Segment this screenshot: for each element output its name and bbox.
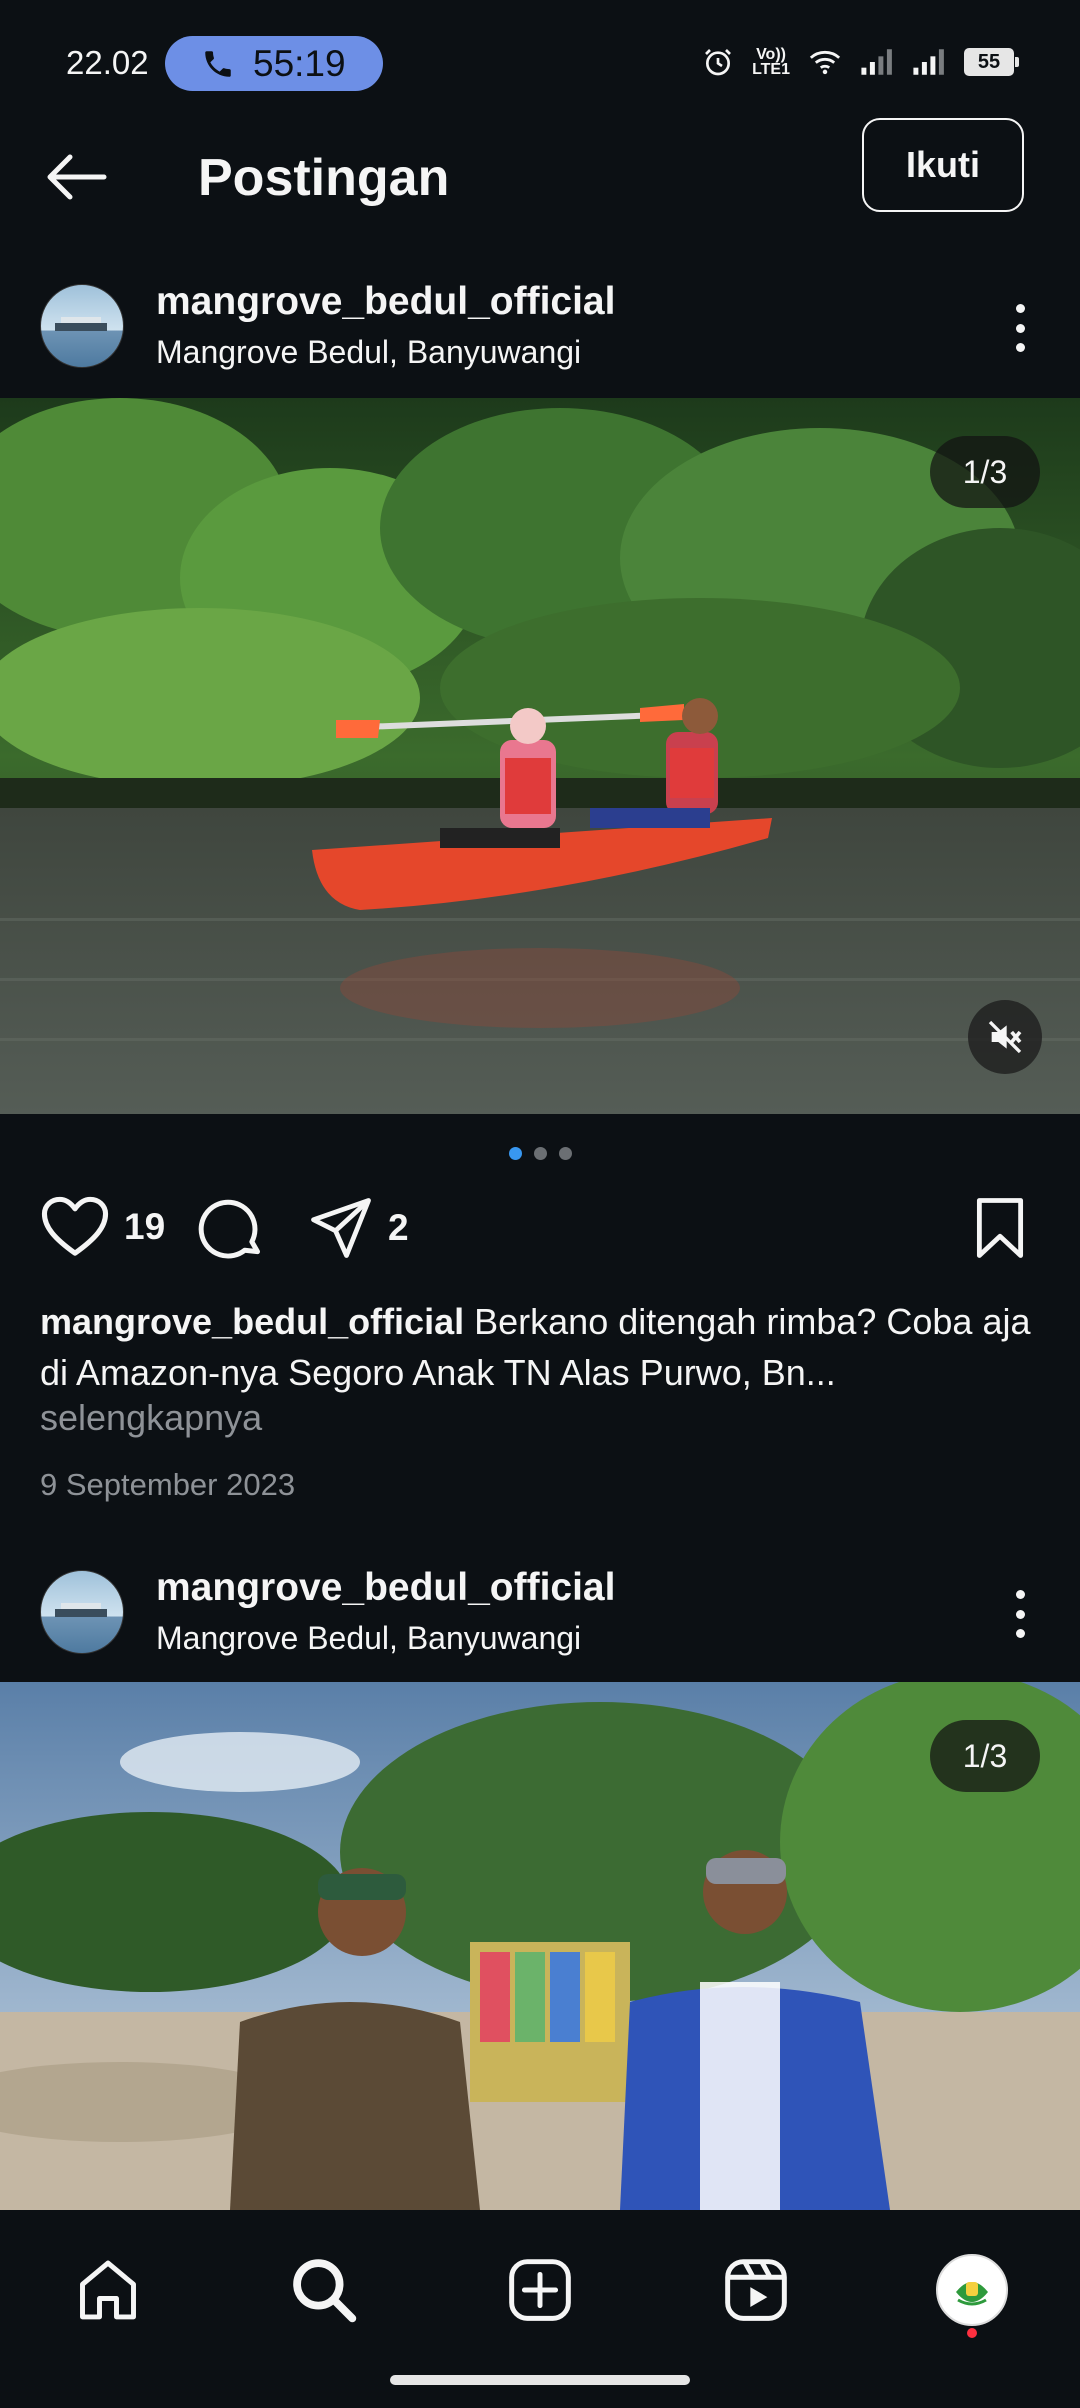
- carousel-indicator: [0, 1147, 1080, 1160]
- reels-icon: [725, 2259, 787, 2321]
- page-title: Postingan: [198, 149, 450, 207]
- signal-icon-sim1: [861, 49, 892, 75]
- nav-search[interactable]: [274, 2240, 374, 2340]
- status-bar: 22.02 55:19 Vo)) LTE1 55: [0, 0, 1080, 120]
- profile-logo-image: [948, 2266, 996, 2314]
- like-count[interactable]: 19: [124, 1206, 165, 1248]
- post-date: 9 September 2023: [40, 1467, 296, 1502]
- avatar-boat-image: [55, 1603, 107, 1617]
- caption-username[interactable]: mangrove_bedul_official: [40, 1301, 464, 1342]
- status-icons: Vo)) LTE1 55: [702, 46, 1019, 78]
- alarm-icon: [705, 49, 732, 76]
- post-caption: mangrove_bedul_official Berkano ditengah…: [40, 1296, 1050, 1398]
- search-icon: [293, 2259, 357, 2323]
- post-options-button[interactable]: [1000, 298, 1040, 358]
- bookmark-icon: [976, 1198, 1024, 1258]
- follow-button[interactable]: Ikuti: [862, 118, 1024, 212]
- like-button[interactable]: 19: [40, 1195, 165, 1259]
- profile-avatar: [936, 2254, 1008, 2326]
- post-username[interactable]: mangrove_bedul_official: [156, 1566, 615, 1610]
- signal-icon-sim2: [913, 49, 944, 75]
- kayak-photo: [0, 398, 1080, 1114]
- plus-square-icon: [509, 2259, 571, 2321]
- avatar-boat-image: [55, 317, 107, 331]
- speaker-muted-icon: [988, 1020, 1022, 1054]
- phone-icon: [205, 50, 231, 77]
- carousel-counter: 1/3: [930, 1720, 1040, 1792]
- nav-create[interactable]: [490, 2240, 590, 2340]
- volte-bottom-label: LTE1: [752, 61, 790, 78]
- battery-indicator: 55: [964, 48, 1019, 76]
- comment-icon: [198, 1199, 260, 1259]
- carousel-counter: 1/3: [930, 436, 1040, 508]
- post-header: mangrove_bedul_official Mangrove Bedul, …: [0, 272, 1080, 382]
- send-icon: [311, 1198, 371, 1258]
- nav-reels[interactable]: [706, 2240, 806, 2340]
- post-media[interactable]: 1/3: [0, 1682, 1080, 2210]
- nav-home[interactable]: [58, 2240, 158, 2340]
- status-time: 22.02: [66, 44, 149, 81]
- page-header: Postingan Ikuti: [0, 118, 1080, 236]
- call-timer: 55:19: [253, 42, 346, 84]
- heart-icon: [41, 1196, 109, 1256]
- bottom-navigation: [0, 2210, 1080, 2408]
- more-vertical-icon: [1015, 1590, 1025, 1599]
- carousel-dot-active: [508, 1147, 522, 1160]
- post-options-button[interactable]: [1000, 1584, 1040, 1644]
- home-indicator[interactable]: [390, 2375, 690, 2385]
- post-username[interactable]: mangrove_bedul_official: [156, 280, 615, 324]
- wifi-icon: [809, 50, 841, 75]
- caption-more-link[interactable]: selengkapnya: [40, 1397, 262, 1439]
- carousel-dot: [558, 1147, 572, 1160]
- nav-profile[interactable]: [922, 2240, 1022, 2340]
- post-media[interactable]: 1/3: [0, 398, 1080, 1114]
- share-button[interactable]: 2: [308, 1195, 409, 1261]
- comment-button[interactable]: [198, 1195, 266, 1263]
- carousel-dot: [533, 1147, 547, 1160]
- notification-dot: [967, 2328, 977, 2338]
- volte-indicator: Vo)) LTE1: [752, 46, 790, 78]
- villagers-photo: [0, 1682, 1080, 2210]
- post-location[interactable]: Mangrove Bedul, Banyuwangi: [156, 1620, 581, 1657]
- arrow-left-icon: [47, 154, 107, 200]
- post-location[interactable]: Mangrove Bedul, Banyuwangi: [156, 334, 581, 371]
- volte-top-label: Vo)): [756, 46, 786, 63]
- mute-button[interactable]: [968, 1000, 1042, 1074]
- more-vertical-icon: [1015, 304, 1025, 313]
- save-button[interactable]: [972, 1195, 1028, 1261]
- ongoing-call-pill[interactable]: 55:19: [165, 36, 383, 91]
- account-avatar[interactable]: [40, 1570, 124, 1654]
- post-header: mangrove_bedul_official Mangrove Bedul, …: [0, 1558, 1080, 1668]
- post-actions: 19 2: [0, 1195, 1080, 1275]
- share-count: 2: [388, 1207, 409, 1248]
- home-icon: [80, 2260, 136, 2320]
- back-button[interactable]: [40, 146, 112, 208]
- account-avatar[interactable]: [40, 284, 124, 368]
